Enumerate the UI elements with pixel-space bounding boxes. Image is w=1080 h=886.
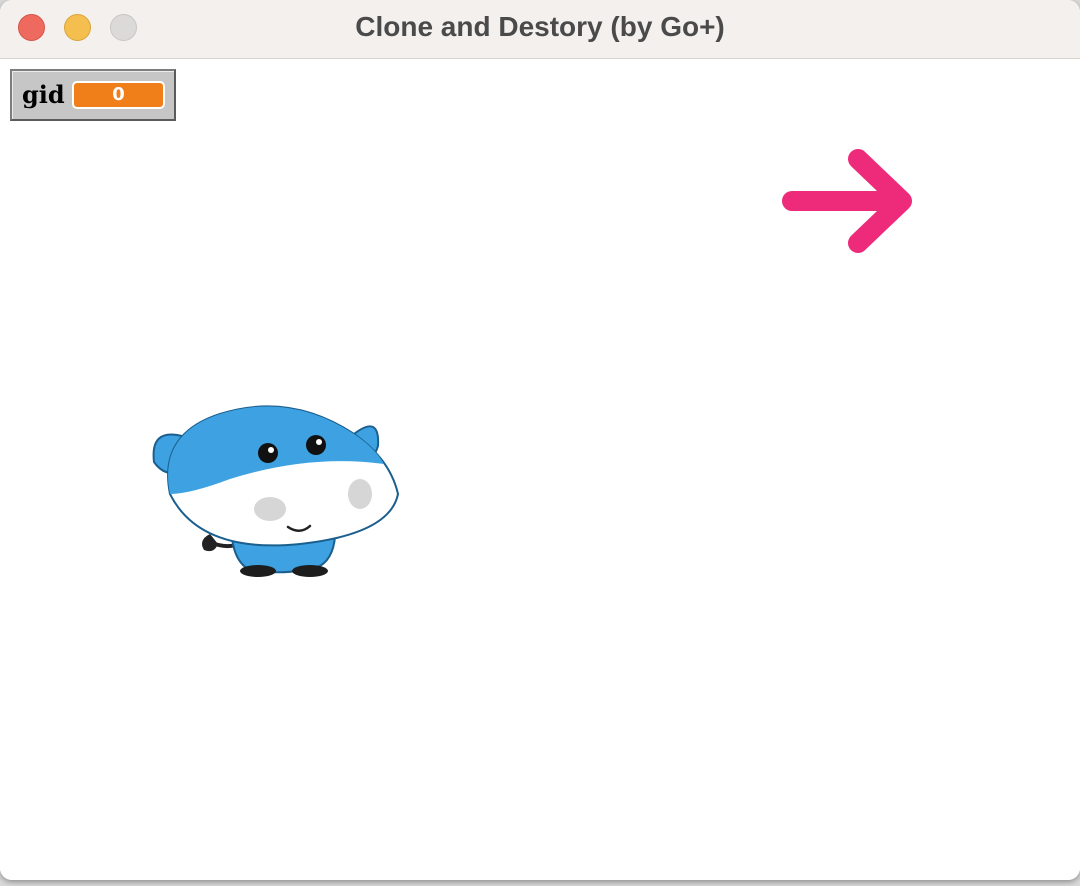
window-title: Clone and Destory (by Go+)	[355, 11, 725, 42]
cow-mascot-sprite[interactable]	[140, 344, 410, 584]
app-window: Clone and Destory (by Go+) gid 0	[0, 0, 1080, 880]
variable-monitor: gid 0	[10, 69, 176, 121]
monitor-label: gid	[22, 80, 65, 109]
title-bar[interactable]: Clone and Destory (by Go+)	[0, 0, 1080, 59]
monitor-value: 0	[72, 81, 165, 109]
arrow-right-icon[interactable]	[780, 149, 915, 254]
stage-canvas[interactable]: gid 0	[0, 59, 1080, 880]
